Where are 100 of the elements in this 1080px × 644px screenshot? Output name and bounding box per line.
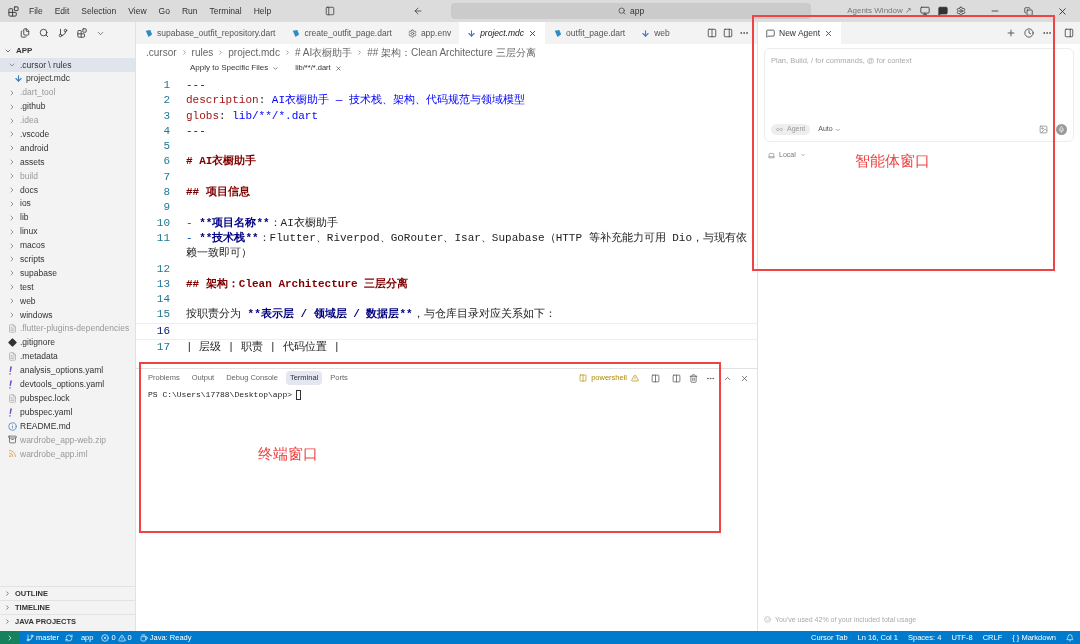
editor-tab[interactable]: create_outfit_page.dart xyxy=(283,22,400,44)
add-icon[interactable] xyxy=(1006,28,1016,38)
line-number: 8 xyxy=(162,185,170,201)
editor-tab[interactable]: supabase_outfit_repository.dart xyxy=(136,22,284,44)
explorer-item[interactable]: scripts xyxy=(0,252,135,267)
explorer-item[interactable]: pubspec.lock xyxy=(0,391,135,406)
file-icon xyxy=(8,352,17,362)
code-line: globs: lib/**/*.dart xyxy=(186,108,320,124)
explorer-item[interactable]: docs xyxy=(0,183,135,197)
explorer-item[interactable]: supabase xyxy=(0,266,135,281)
chat-icon[interactable] xyxy=(938,6,948,16)
line-number: 13 xyxy=(155,276,170,292)
dart-icon xyxy=(291,28,301,38)
image-icon[interactable] xyxy=(1039,125,1048,134)
close-tab-icon[interactable] xyxy=(824,28,834,38)
explorer-item[interactable]: devtools_options.yaml xyxy=(0,377,135,392)
file-icon xyxy=(8,324,17,334)
sidebar-toggle-icon[interactable] xyxy=(325,6,336,16)
arrow-down-icon xyxy=(641,28,651,38)
breadcrumb[interactable]: .cursor xyxy=(146,44,177,60)
menu-item[interactable]: View xyxy=(126,4,149,18)
mic-button[interactable] xyxy=(1056,124,1067,135)
warning-icon xyxy=(631,374,639,382)
search-icon[interactable] xyxy=(39,28,49,38)
info-icon xyxy=(8,421,17,431)
line-number: 7 xyxy=(162,169,170,185)
explorer-item[interactable]: .cursor \ rules xyxy=(0,58,135,72)
restore-icon[interactable] xyxy=(1024,6,1033,16)
sync-icon xyxy=(64,633,73,642)
line-number: 12 xyxy=(155,261,170,277)
explorer-item[interactable]: .github xyxy=(0,99,135,114)
editor-tab[interactable]: app.env xyxy=(399,22,460,44)
split-terminal-icon[interactable] xyxy=(651,373,660,383)
menu-item[interactable]: Go xyxy=(156,4,172,18)
menu-item[interactable]: File xyxy=(27,4,45,18)
bell-icon[interactable] xyxy=(1066,633,1074,642)
chevron-right-icon xyxy=(283,48,291,56)
coffee-icon xyxy=(139,633,148,642)
panel-toggle-icon[interactable] xyxy=(1064,28,1074,38)
agent-tab[interactable]: New Agent xyxy=(758,22,842,44)
explorer-item[interactable]: windows xyxy=(0,308,135,322)
code-line: 按职责分为 **表示层 / 领域层 / 数据层**，与仓库目录对应关系如下： xyxy=(186,307,557,323)
explorer-item[interactable]: assets xyxy=(0,155,135,170)
explorer-item[interactable]: .vscode xyxy=(0,127,135,142)
menu-item[interactable]: Run xyxy=(179,4,200,18)
line-number: 9 xyxy=(162,200,170,216)
error-icon xyxy=(101,633,110,642)
explorer-item[interactable]: README.md xyxy=(0,419,135,434)
code-line: # AI衣橱助手 xyxy=(186,154,258,170)
close-icon[interactable] xyxy=(1057,5,1068,17)
line-number: 6 xyxy=(162,154,170,170)
chevron-right-icon xyxy=(180,48,188,56)
layout-icon[interactable] xyxy=(672,373,681,383)
extensions-icon[interactable] xyxy=(77,28,87,38)
trash-icon[interactable] xyxy=(689,373,698,383)
explorer-item[interactable]: macos xyxy=(0,238,135,253)
explorer-item[interactable]: analysis_options.yaml xyxy=(0,363,135,378)
settings-icon[interactable] xyxy=(956,6,966,16)
terminal-prompt: PS C:\Users\17788\Desktop\app> xyxy=(148,389,293,401)
rule-mode-dropdown[interactable]: Apply to Specific Files xyxy=(190,62,280,74)
explorer-item[interactable]: lib xyxy=(0,210,135,225)
editor-tab[interactable]: project.mdc xyxy=(459,22,546,44)
explorer-item[interactable]: web xyxy=(0,294,135,309)
layout-icon[interactable] xyxy=(723,28,733,38)
explorer-item[interactable]: .metadata xyxy=(0,349,135,364)
remote-icon xyxy=(6,633,14,642)
line-number: 16 xyxy=(155,323,170,339)
explorer-item[interactable]: project.mdc xyxy=(0,71,135,86)
explorer-item[interactable]: .gitignore xyxy=(0,335,135,350)
close-panel-icon[interactable] xyxy=(740,373,749,383)
explorer-icon[interactable] xyxy=(20,28,30,38)
breadcrumb[interactable]: project.mdc xyxy=(228,44,280,60)
explorer-item[interactable]: test xyxy=(0,280,135,295)
panel-icon[interactable] xyxy=(920,6,930,16)
history-icon[interactable] xyxy=(1024,28,1034,38)
line-number: 10 xyxy=(155,215,170,231)
menu-item[interactable]: Help xyxy=(251,4,274,18)
split-editor-icon[interactable] xyxy=(707,28,717,38)
back-icon[interactable] xyxy=(413,6,424,16)
app-logo-icon xyxy=(8,5,19,17)
exclamation-icon xyxy=(8,366,13,376)
breadcrumb[interactable]: rules xyxy=(191,44,214,60)
search-field[interactable]: app xyxy=(451,3,812,19)
source-control-icon[interactable] xyxy=(58,28,68,38)
explorer-item[interactable]: pubspec.yaml xyxy=(0,405,135,420)
remove-icon xyxy=(334,64,342,72)
explorer-item[interactable]: android xyxy=(0,141,135,156)
menu-item[interactable]: Edit xyxy=(52,4,72,18)
close-tab-icon[interactable] xyxy=(528,28,538,38)
agents-window-link[interactable]: Agents Window ↗ xyxy=(847,5,912,17)
editor-tab[interactable]: web xyxy=(633,22,678,44)
breadcrumb[interactable]: # AI衣橱助手 xyxy=(294,44,353,60)
editor-tab[interactable]: outfit_page.dart xyxy=(545,22,634,44)
code-line: ## 项目信息 xyxy=(186,185,251,201)
menu-item[interactable]: Selection xyxy=(79,4,119,18)
explorer-item[interactable]: linux xyxy=(0,224,135,239)
explorer-item[interactable]: ios xyxy=(0,196,135,211)
feed-icon xyxy=(8,449,17,459)
breadcrumb[interactable]: ## 架构：Clean Architecture 三层分离 xyxy=(367,44,536,60)
menu-item[interactable]: Terminal xyxy=(207,4,244,18)
